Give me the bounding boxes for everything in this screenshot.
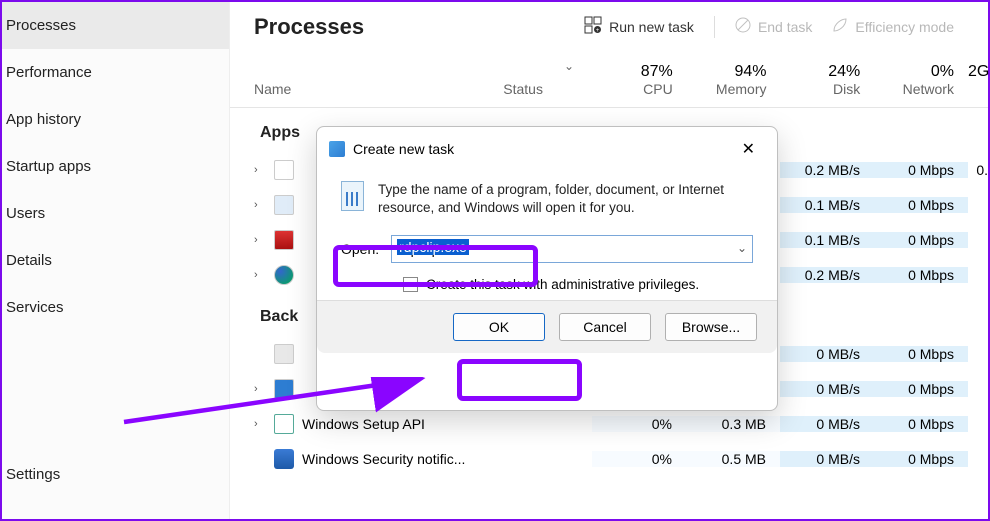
cancel-button[interactable]: Cancel: [559, 313, 651, 341]
sidebar-item-users[interactable]: Users: [2, 190, 229, 237]
expander-icon[interactable]: ›: [254, 269, 274, 281]
efficiency-mode-label: Efficiency mode: [855, 19, 954, 35]
expander-icon[interactable]: ›: [254, 234, 274, 246]
cell-net: 0 Mbps: [874, 162, 968, 178]
run-dialog-icon: [341, 181, 364, 211]
annotation-highlight-open: [333, 245, 538, 287]
browse-button[interactable]: Browse...: [665, 313, 757, 341]
sidebar-item-app-history[interactable]: App history: [2, 96, 229, 143]
annotation-highlight-ok: [457, 359, 582, 401]
app-icon: [274, 195, 294, 215]
sidebar-item-details[interactable]: Details: [2, 237, 229, 284]
separator: [714, 16, 715, 38]
table-row[interactable]: › Windows Setup API 0% 0.3 MB 0 MB/s 0 M…: [230, 406, 988, 441]
end-task-icon: [735, 17, 751, 36]
run-new-task-label: Run new task: [609, 19, 694, 35]
sidebar-item-processes[interactable]: Processes: [2, 2, 229, 49]
edge-icon: [274, 265, 294, 285]
run-task-icon: +: [584, 16, 602, 37]
col-memory[interactable]: 94%Memory: [687, 63, 781, 97]
close-button[interactable]: ✕: [732, 135, 765, 163]
col-gpu[interactable]: 2G: [968, 63, 988, 97]
dialog-title: Create new task: [353, 141, 454, 157]
table-header: ⌄ Name Status 87%CPU 94%Memory 24%Disk 0…: [230, 63, 988, 108]
app-icon: [274, 344, 294, 364]
run-new-task-button[interactable]: + Run new task: [574, 10, 704, 43]
table-row[interactable]: Windows Security notific... 0% 0.5 MB 0 …: [230, 441, 988, 476]
expander-icon[interactable]: ›: [254, 418, 274, 430]
expander-icon[interactable]: ›: [254, 199, 274, 211]
sidebar-item-settings[interactable]: Settings: [2, 451, 229, 498]
chevron-down-icon[interactable]: ⌄: [737, 241, 747, 255]
col-name[interactable]: Name: [254, 63, 503, 97]
col-network[interactable]: 0%Network: [874, 63, 968, 97]
sort-indicator-icon[interactable]: ⌄: [564, 59, 574, 73]
col-cpu[interactable]: 87%CPU: [593, 63, 687, 97]
app-icon: [274, 379, 294, 399]
create-new-task-dialog: Create new task ✕ Type the name of a pro…: [316, 126, 778, 411]
col-status[interactable]: Status: [503, 63, 593, 97]
ok-button[interactable]: OK: [453, 313, 545, 341]
dialog-titlebar: Create new task ✕: [317, 127, 777, 171]
end-task-label: End task: [758, 19, 812, 35]
dialog-message: Type the name of a program, folder, docu…: [378, 181, 753, 217]
expander-icon[interactable]: ›: [254, 164, 274, 176]
efficiency-mode-button: Efficiency mode: [822, 11, 964, 42]
app-icon: [274, 160, 294, 180]
app-icon: [274, 414, 294, 434]
cell-gpu: 0.: [968, 162, 988, 178]
page-title: Processes: [254, 14, 574, 40]
window-icon: [329, 141, 345, 157]
leaf-icon: [832, 17, 848, 36]
sidebar-item-startup-apps[interactable]: Startup apps: [2, 143, 229, 190]
sidebar-item-services[interactable]: Services: [2, 284, 229, 331]
svg-text:+: +: [596, 28, 600, 34]
sidebar-item-performance[interactable]: Performance: [2, 49, 229, 96]
expander-icon[interactable]: ›: [254, 383, 274, 395]
cell-disk: 0.2 MB/s: [780, 162, 874, 178]
sidebar: Processes Performance App history Startu…: [2, 2, 230, 519]
app-icon: [274, 230, 294, 250]
header: Processes + Run new task End task Effici…: [230, 2, 988, 63]
shield-icon: [274, 449, 294, 469]
col-disk[interactable]: 24%Disk: [780, 63, 874, 97]
end-task-button: End task: [725, 11, 822, 42]
